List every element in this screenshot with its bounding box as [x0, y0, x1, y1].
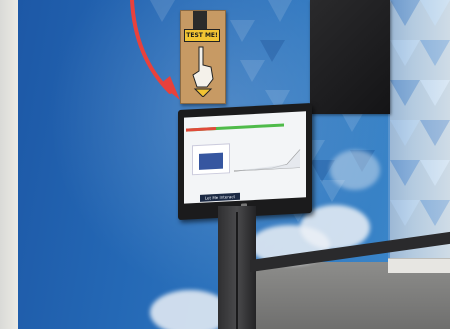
progress-bar-red [186, 127, 216, 132]
monitor-screen[interactable]: Let Me Interact [184, 111, 306, 204]
interact-button[interactable]: Let Me Interact [200, 192, 240, 202]
screen-chart [233, 149, 301, 172]
screen-header [186, 113, 304, 125]
card-image [199, 152, 223, 170]
photo-scene: TEST ME! Let Me Interact [0, 0, 450, 329]
touchscreen-monitor[interactable]: Let Me Interact [178, 102, 312, 220]
monitor-bezel: Let Me Interact [178, 102, 312, 220]
screen-card [192, 143, 230, 176]
stand-slot [236, 212, 238, 329]
